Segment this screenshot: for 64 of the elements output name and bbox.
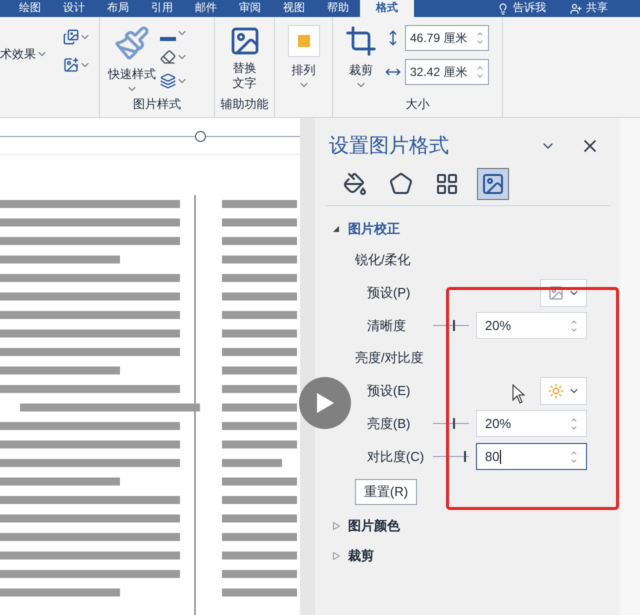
share-button[interactable]: 共享 xyxy=(586,0,608,17)
compress-pictures-icon[interactable] xyxy=(63,29,79,45)
ribbon-tab[interactable]: 审阅 xyxy=(228,0,272,17)
slider-track[interactable] xyxy=(433,451,469,462)
ribbon-tab[interactable]: 绘图 xyxy=(8,0,52,17)
alt-text-button[interactable]: 替换 文字 xyxy=(232,61,256,91)
ruler-marker-icon[interactable] xyxy=(195,131,206,142)
section-header[interactable]: 图片校正 xyxy=(348,219,400,239)
slider-label: 对比度(C) xyxy=(367,448,426,466)
section-header[interactable]: 图片颜色 xyxy=(348,516,400,536)
change-picture-icon[interactable] xyxy=(63,57,79,73)
value-field[interactable]: 80 xyxy=(476,443,587,470)
reset-button[interactable]: 重置(R) xyxy=(355,479,418,505)
picture-icon xyxy=(481,172,505,196)
slider-thumb[interactable] xyxy=(464,451,466,462)
group-label: 辅助功能 xyxy=(220,96,268,113)
tell-me-text[interactable]: 告诉我 xyxy=(513,0,546,17)
value-field[interactable]: 20% xyxy=(476,312,587,339)
picture-icon xyxy=(548,284,564,300)
quick-styles-button[interactable]: 快速样式 xyxy=(108,65,156,83)
slider-thumb[interactable] xyxy=(453,320,456,331)
picture-effects-icon[interactable] xyxy=(160,49,176,65)
text-cursor xyxy=(500,450,502,464)
value-field[interactable]: 20% xyxy=(476,410,587,437)
layout-icon xyxy=(435,172,459,196)
ribbon-tab[interactable]: 布局 xyxy=(96,0,140,17)
size-field[interactable]: 46.79 厘米 xyxy=(405,25,489,51)
ribbon-tab[interactable]: 邮件 xyxy=(184,0,228,17)
preset-label: 预设(E) xyxy=(367,382,410,400)
spin-icon xyxy=(476,64,484,80)
pane-tab[interactable] xyxy=(477,168,509,200)
crop-button[interactable]: 裁剪 xyxy=(349,61,373,79)
pentagon-icon xyxy=(389,172,413,196)
sun-icon xyxy=(548,382,564,398)
collapse-triangle-icon[interactable] xyxy=(333,225,340,233)
alt-text-icon[interactable] xyxy=(228,25,260,57)
ribbon-tab[interactable]: 视图 xyxy=(272,0,316,17)
lightbulb-icon xyxy=(497,2,509,14)
quick-styles-icon[interactable] xyxy=(114,25,150,61)
share-icon xyxy=(570,2,582,14)
subsection-label: 锐化/柔化 xyxy=(355,251,411,270)
slider-thumb[interactable] xyxy=(453,418,456,429)
mouse-cursor-icon xyxy=(512,384,526,404)
spin-icon xyxy=(476,30,484,46)
group-label: 图片样式 xyxy=(132,96,182,113)
crop-icon[interactable] xyxy=(345,25,377,57)
subsection-label: 亮度/对比度 xyxy=(355,349,424,368)
slider-track[interactable] xyxy=(433,320,469,331)
artistic-effects-label[interactable]: 术效果 xyxy=(0,45,36,63)
section-header[interactable]: 裁剪 xyxy=(348,546,374,566)
picture-layout-icon[interactable] xyxy=(160,73,176,89)
ribbon-tab[interactable]: 帮助 xyxy=(316,0,360,17)
group-label: 大小 xyxy=(404,96,430,113)
size-field[interactable]: 32.42 厘米 xyxy=(405,59,489,85)
ribbon-tab[interactable]: 设计 xyxy=(52,0,96,17)
pane-title: 设置图片格式 xyxy=(329,134,449,159)
ribbon-tab[interactable]: 格式 xyxy=(360,0,414,17)
preset-label: 预设(P) xyxy=(367,284,410,302)
arrange-button[interactable]: 排列 xyxy=(292,61,316,79)
ribbon-tab[interactable]: 引用 xyxy=(140,0,184,17)
slider-track[interactable] xyxy=(433,418,469,429)
fill-icon xyxy=(343,172,367,196)
slider-label: 亮度(B) xyxy=(367,414,412,433)
slider-label: 清晰度 xyxy=(367,316,407,335)
